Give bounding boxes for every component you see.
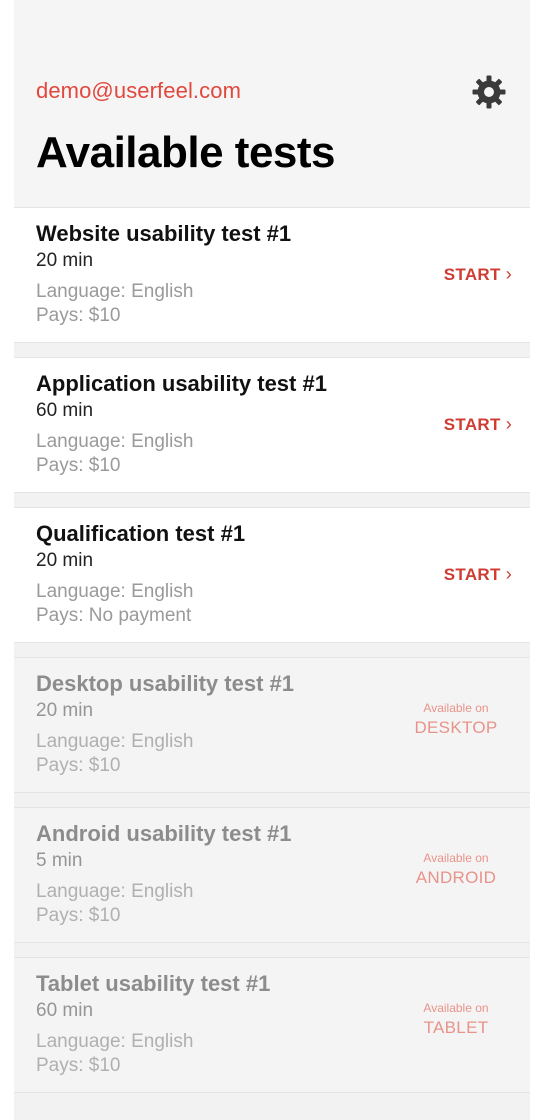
test-language: Language: English xyxy=(36,881,194,902)
availability-note: Available on TABLET xyxy=(406,1001,506,1038)
left-frame xyxy=(0,0,14,1120)
test-language: Language: English xyxy=(36,1031,194,1052)
start-label: START xyxy=(443,265,501,284)
test-pays: Pays: No payment xyxy=(36,605,192,626)
test-pays: Pays: $10 xyxy=(36,455,121,476)
availability-platform: ANDROID xyxy=(415,868,497,887)
test-title: Desktop usability test #1 xyxy=(36,671,294,696)
chevron-right-icon: › xyxy=(505,264,512,284)
availability-caption: Available on xyxy=(423,701,489,715)
test-duration: 20 min xyxy=(36,700,94,721)
availability-caption: Available on xyxy=(423,851,489,865)
test-title: Android usability test #1 xyxy=(36,821,292,846)
test-duration: 5 min xyxy=(36,850,83,871)
gear-icon[interactable] xyxy=(471,74,507,110)
availability-platform: DESKTOP xyxy=(414,718,498,737)
test-language: Language: English xyxy=(36,431,194,452)
test-language: Language: English xyxy=(36,581,194,602)
test-title: Website usability test #1 xyxy=(36,221,292,246)
test-title: Application usability test #1 xyxy=(36,371,327,396)
test-pays: Pays: $10 xyxy=(36,755,121,776)
test-card[interactable]: Application usability test #1 60 min Lan… xyxy=(14,357,530,493)
test-card-unavailable: Desktop usability test #1 20 min Languag… xyxy=(14,657,530,793)
start-button[interactable]: START › xyxy=(444,264,512,285)
availability-note: Available on DESKTOP xyxy=(406,701,506,738)
test-language: Language: English xyxy=(36,731,194,752)
test-pays: Pays: $10 xyxy=(36,1055,121,1076)
test-title: Qualification test #1 xyxy=(36,521,246,546)
start-button[interactable]: START › xyxy=(444,564,512,585)
start-button[interactable]: START › xyxy=(444,414,512,435)
test-list: Website usability test #1 20 min Languag… xyxy=(14,207,530,1107)
test-title: Tablet usability test #1 xyxy=(36,971,271,996)
chevron-right-icon: › xyxy=(505,414,512,434)
right-frame xyxy=(530,0,545,1120)
availability-platform: TABLET xyxy=(423,1018,489,1037)
header: demo@userfeel.com Available tests xyxy=(14,0,530,207)
test-card[interactable]: Qualification test #1 20 min Language: E… xyxy=(14,507,530,643)
test-duration: 20 min xyxy=(36,550,94,571)
test-duration: 60 min xyxy=(36,1000,94,1021)
test-card-unavailable: Android usability test #1 5 min Language… xyxy=(14,807,530,943)
tests-app: demo@userfeel.com Available tests Websit… xyxy=(14,0,530,1120)
start-label: START xyxy=(443,565,501,584)
availability-caption: Available on xyxy=(423,1001,489,1015)
test-language: Language: English xyxy=(36,281,194,302)
start-label: START xyxy=(443,415,501,434)
account-email[interactable]: demo@userfeel.com xyxy=(36,78,241,104)
app-screen: demo@userfeel.com Available tests Websit… xyxy=(0,0,545,1120)
test-duration: 20 min xyxy=(36,250,94,271)
page-title: Available tests xyxy=(36,128,336,177)
test-pays: Pays: $10 xyxy=(36,905,121,926)
test-card-unavailable: Tablet usability test #1 60 min Language… xyxy=(14,957,530,1093)
test-pays: Pays: $10 xyxy=(36,305,121,326)
availability-note: Available on ANDROID xyxy=(406,851,506,888)
test-duration: 60 min xyxy=(36,400,94,421)
test-card[interactable]: Website usability test #1 20 min Languag… xyxy=(14,207,530,343)
chevron-right-icon: › xyxy=(505,564,512,584)
